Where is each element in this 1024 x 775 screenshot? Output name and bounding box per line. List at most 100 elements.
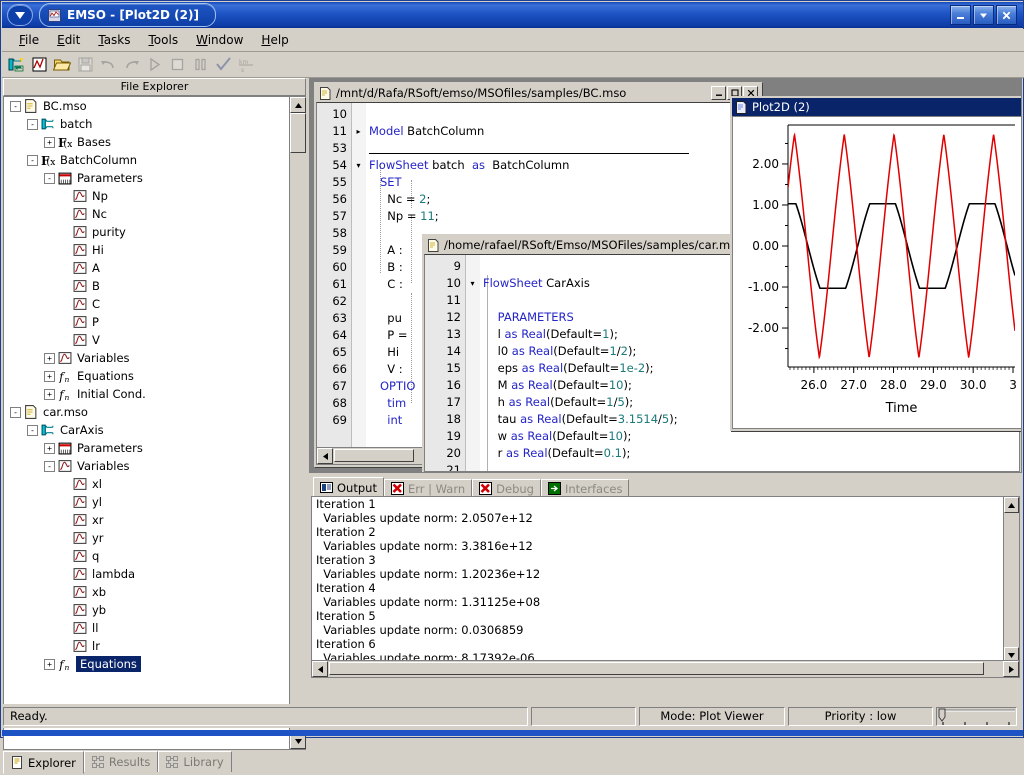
menu-edit[interactable]: Edit [48,31,89,49]
code-line[interactable]: 55 SET [317,174,759,191]
menu-help[interactable]: Help [252,31,297,49]
collapse-toggle-icon[interactable]: - [27,118,38,130]
expand-toggle-icon[interactable]: + [44,442,55,454]
undo-button[interactable] [98,54,119,75]
tree-item-bases[interactable]: +F(x) Bases [4,133,290,151]
tree-item-variables[interactable]: - Variables [4,457,290,475]
fold-marker-icon[interactable]: ▾ [353,157,364,174]
redo-button[interactable] [121,54,142,75]
code-line[interactable]: 10 [317,106,759,123]
scroll-thumb[interactable] [290,113,306,153]
stop-button[interactable] [167,54,188,75]
tree-item-yl[interactable]: yl [4,493,290,511]
tree-item-xl[interactable]: xl [4,475,290,493]
tree-item-equations[interactable]: + f n Equations [4,367,290,385]
open-file-button[interactable] [52,54,73,75]
tree-item-np[interactable]: Np [4,187,290,205]
tree-item-purity[interactable]: purity [4,223,290,241]
tree-item-lr[interactable]: lr [4,637,290,655]
tree-item-v[interactable]: V [4,331,290,349]
tree-item-p[interactable]: P [4,313,290,331]
code-line[interactable]: 56 Nc = 2; [317,191,759,208]
code-line[interactable]: 20 r as Real(Default=0.1); [425,445,1019,462]
code-line[interactable]: 57 Np = 11; [317,208,759,225]
tree-item-nc[interactable]: Nc [4,205,290,223]
tree-item-xb[interactable]: xb [4,583,290,601]
tab-output[interactable]: Output [313,477,384,497]
output-text-area[interactable]: Iteration 1 Variables update norm: 2.050… [311,496,1020,678]
output-vscrollbar[interactable] [1003,497,1019,663]
minimize-button[interactable] [950,5,971,25]
output-hscrollbar[interactable] [312,660,1019,677]
collapse-toggle-icon[interactable]: - [44,172,55,184]
system-menu-button[interactable] [7,4,33,26]
restore-button[interactable] [973,5,994,25]
output-hscroll-left[interactable] [312,661,328,677]
code-line[interactable]: 11 ▸ Model BatchColumn [317,123,759,140]
expand-toggle-icon[interactable]: + [44,388,55,400]
run-button[interactable] [144,54,165,75]
editor-bc-minimize[interactable] [711,86,726,100]
output-hscroll-thumb[interactable] [329,662,984,675]
tree-item-hi[interactable]: Hi [4,241,290,259]
expand-toggle-icon[interactable]: + [44,352,55,364]
menu-file[interactable]: FFileile [10,31,48,49]
tab-library[interactable]: Library [158,751,232,772]
pause-button[interactable] [190,54,211,75]
tree-item-initial-cond[interactable]: + f n Initial Cond. [4,385,290,403]
new-plot-button[interactable] [29,54,50,75]
fold-marker-icon[interactable]: ▾ [467,275,478,292]
tree-item-b[interactable]: B [4,277,290,295]
file-explorer-tree[interactable]: -BC.mso-batch+F(x)Bases-F(x)BatchColumn-… [3,96,306,750]
expand-toggle-icon[interactable]: + [44,136,55,148]
menu-window[interactable]: Window [187,31,252,49]
hscroll-left-button[interactable] [317,448,333,464]
output-scroll-up[interactable] [1004,497,1019,513]
tree-item-caraxis[interactable]: - CarAxis [4,421,290,439]
code-line[interactable]: 21 [425,462,1019,471]
tree-item-batchcolumn[interactable]: -F(x) BatchColumn [4,151,290,169]
units-button[interactable]: km s [236,54,257,75]
tree-vertical-scrollbar[interactable] [289,97,306,749]
tree-item-a[interactable]: A [4,259,290,277]
tree-item-lambda[interactable]: lambda [4,565,290,583]
check-syntax-button[interactable] [213,54,234,75]
tab-results[interactable]: Results [83,751,159,772]
menu-tools[interactable]: Tools [140,31,188,49]
editor-bc-titlebar[interactable]: /mnt/d/Rafa/RSoft/emso/MSOfiles/samples/… [316,84,760,103]
plot-titlebar[interactable]: Plot2D (2) [732,98,1021,116]
tab-explorer[interactable]: Explorer [3,751,84,774]
new-model-button[interactable] [6,54,27,75]
tree-item-yb[interactable]: yb [4,601,290,619]
expand-toggle-icon[interactable]: + [44,370,55,382]
tree-item-bc-mso[interactable]: - BC.mso [4,97,290,115]
tree-item-yr[interactable]: yr [4,529,290,547]
plot-canvas[interactable]: 2.00 1.00 0.00 -1.00 -2.00 26.0 27.0 28.0 29.0 30… [732,116,1021,429]
hscroll-thumb[interactable] [334,449,414,462]
collapse-toggle-icon[interactable]: - [27,154,38,166]
tree-item-ll[interactable]: ll [4,619,290,637]
collapse-toggle-icon[interactable]: - [10,100,21,112]
save-button[interactable] [75,54,96,75]
expand-toggle-icon[interactable]: + [44,658,55,670]
collapse-toggle-icon[interactable]: - [27,424,38,436]
tab-interfaces[interactable]: Interfaces [540,479,630,497]
tree-item-car-mso[interactable]: - car.mso [4,403,290,421]
close-button[interactable] [996,5,1017,25]
tree-item-c[interactable]: C [4,295,290,313]
tab-debug[interactable]: Debug [472,479,541,497]
output-hscroll-right[interactable] [1003,661,1019,677]
tab-err-warn[interactable]: Err | Warn [383,479,473,497]
plot-window[interactable]: Plot2D (2) 2.00 1.00 0.00 -1.00 -2.00 26.0 27.… [730,96,1021,431]
collapse-toggle-icon[interactable]: - [44,460,55,472]
scroll-up-button[interactable] [290,97,306,113]
tree-item-parameters[interactable]: + Parameters [4,439,290,457]
tree-item-parameters[interactable]: - Parameters [4,169,290,187]
code-line[interactable]: 53 [317,140,759,157]
tree-item-q[interactable]: q [4,547,290,565]
tree-item-variables[interactable]: + Variables [4,349,290,367]
menu-tasks[interactable]: Tasks [89,31,139,49]
tree-item-xr[interactable]: xr [4,511,290,529]
tree-item-batch[interactable]: - batch [4,115,290,133]
collapse-toggle-icon[interactable]: - [10,406,21,418]
